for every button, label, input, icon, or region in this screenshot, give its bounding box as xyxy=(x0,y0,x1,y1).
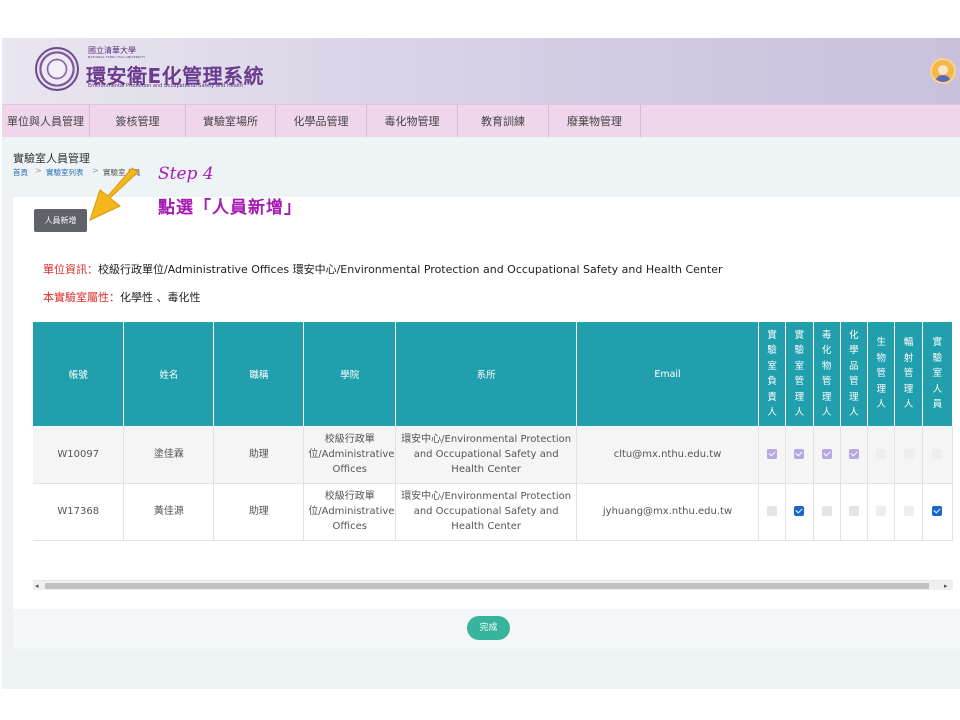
content-panel: 人員新增 單位資訊：校級行政單位/Administrative Offices … xyxy=(13,197,960,609)
role-checkbox-bio-manager[interactable] xyxy=(876,506,887,516)
role-checkbox-lab-member[interactable] xyxy=(932,448,943,459)
column-header-lab-member: 實驗室人員 xyxy=(922,322,954,426)
lab-attributes-label: 本實驗室屬性： xyxy=(43,291,120,304)
column-header-email[interactable]: Email xyxy=(576,322,759,426)
user-avatar-icon[interactable] xyxy=(930,58,956,84)
cell-account: W17368 xyxy=(33,483,125,541)
nav-item-approval[interactable]: 簽核管理 xyxy=(90,105,186,138)
cell-email: jyhuang@mx.nthu.edu.tw xyxy=(576,483,759,541)
cell-name: 塗佳霖 xyxy=(123,426,215,484)
breadcrumb-separator-icon: > xyxy=(35,166,42,175)
nav-item-unit-personnel[interactable]: 單位與人員管理 xyxy=(2,105,90,138)
breadcrumb-lab-list[interactable]: 實驗室列表 xyxy=(46,167,84,178)
role-checkbox-toxic-manager[interactable] xyxy=(821,506,832,516)
column-header-name[interactable]: 姓名 xyxy=(123,322,215,426)
role-checkbox-lab-head[interactable] xyxy=(767,506,778,516)
role-checkbox-bio-manager[interactable] xyxy=(876,448,887,459)
column-header-bio-manager: 生物管理人 xyxy=(867,322,896,426)
cell-college: 校級行政單位/Administrative Offices xyxy=(303,483,397,541)
tutorial-instruction: 點選「人員新增」 xyxy=(158,198,302,218)
role-checkbox-radiation-manager[interactable] xyxy=(903,506,914,516)
role-checkbox-lab-manager[interactable] xyxy=(794,448,805,459)
role-checkbox-lab-member[interactable] xyxy=(932,506,943,516)
cell-name: 黃佳源 xyxy=(123,483,215,541)
nav-item-toxic-chemicals[interactable]: 毒化物管理 xyxy=(367,105,458,138)
cell-department: 環安中心/Environmental Protection and Occupa… xyxy=(395,483,578,541)
role-checkbox-chemical-manager[interactable] xyxy=(848,448,859,459)
nav-item-waste[interactable]: 廢棄物管理 xyxy=(549,105,641,138)
personnel-table: 帳號 姓名 職稱 學院 系所 Email 實驗室負責人 實驗室管理人 毒化物管理… xyxy=(33,322,954,541)
cell-college: 校級行政單位/Administrative Offices xyxy=(303,426,397,484)
cell-email: cltu@mx.nthu.edu.tw xyxy=(576,426,759,484)
column-header-title[interactable]: 職稱 xyxy=(213,322,305,426)
column-header-account[interactable]: 帳號 xyxy=(33,322,125,426)
role-checkbox-radiation-manager[interactable] xyxy=(903,448,914,459)
nav-item-training[interactable]: 教育訓練 xyxy=(458,105,549,138)
column-header-lab-head: 實驗室負責人 xyxy=(758,322,787,426)
lab-attributes-value: 化學性 、毒化性 xyxy=(120,291,201,304)
column-header-college[interactable]: 學院 xyxy=(303,322,397,426)
system-subtitle: Environmental Protection and Occupationa… xyxy=(88,83,244,89)
role-checkbox-chemical-manager[interactable] xyxy=(848,506,859,516)
breadcrumb-home[interactable]: 首頁 xyxy=(13,167,28,178)
add-personnel-button[interactable]: 人員新增 xyxy=(34,209,87,232)
column-header-chemical-manager: 化學品管理人 xyxy=(840,322,869,426)
done-button[interactable]: 完成 xyxy=(467,616,510,640)
role-checkbox-lab-head[interactable] xyxy=(767,448,778,459)
scrollbar-thumb[interactable] xyxy=(45,583,929,589)
column-header-lab-manager: 實驗室管理人 xyxy=(785,322,814,426)
table-row: W10097 塗佳霖 助理 校級行政單位/Administrative Offi… xyxy=(33,426,954,484)
logo-university-name-en: NATIONAL TSING HUA UNIVERSITY xyxy=(88,55,146,59)
cell-account: W10097 xyxy=(33,426,125,484)
footer-bar: 完成 xyxy=(13,609,960,649)
column-header-department[interactable]: 系所 xyxy=(395,322,578,426)
scroll-left-icon[interactable]: ◂ xyxy=(35,581,39,591)
cell-title: 助理 xyxy=(213,483,305,541)
tutorial-step-label: Step 4 xyxy=(158,164,214,184)
unit-info-value: 校級行政單位/Administrative Offices 環安中心/Envir… xyxy=(98,263,723,276)
column-header-radiation-manager: 輻射管理人 xyxy=(894,322,923,426)
cell-department: 環安中心/Environmental Protection and Occupa… xyxy=(395,426,578,484)
column-header-toxic-manager: 毒化物管理人 xyxy=(813,322,841,426)
page-title: 實驗室人員管理 xyxy=(13,152,90,165)
pointer-arrow-icon xyxy=(89,167,139,221)
role-checkbox-toxic-manager[interactable] xyxy=(821,448,832,459)
table-row: W17368 黃佳源 助理 校級行政單位/Administrative Offi… xyxy=(33,483,954,541)
scroll-right-icon[interactable]: ▸ xyxy=(944,581,948,591)
header: 國立清華大學 NATIONAL TSING HUA UNIVERSITY 環安衛… xyxy=(2,38,960,104)
cell-title: 助理 xyxy=(213,426,305,484)
horizontal-scrollbar[interactable]: ◂ ▸ xyxy=(33,580,953,590)
role-checkbox-lab-manager[interactable] xyxy=(794,506,805,516)
main-nav: 單位與人員管理 簽核管理 實驗室場所 化學品管理 毒化物管理 教育訓練 廢棄物管… xyxy=(2,104,960,138)
nav-item-laboratory[interactable]: 實驗室場所 xyxy=(186,105,276,138)
university-seal-logo[interactable] xyxy=(35,47,79,91)
nav-item-chemicals[interactable]: 化學品管理 xyxy=(276,105,367,138)
app-window: 國立清華大學 NATIONAL TSING HUA UNIVERSITY 環安衛… xyxy=(2,38,960,689)
lab-attributes: 本實驗室屬性：化學性 、毒化性 xyxy=(43,289,201,305)
